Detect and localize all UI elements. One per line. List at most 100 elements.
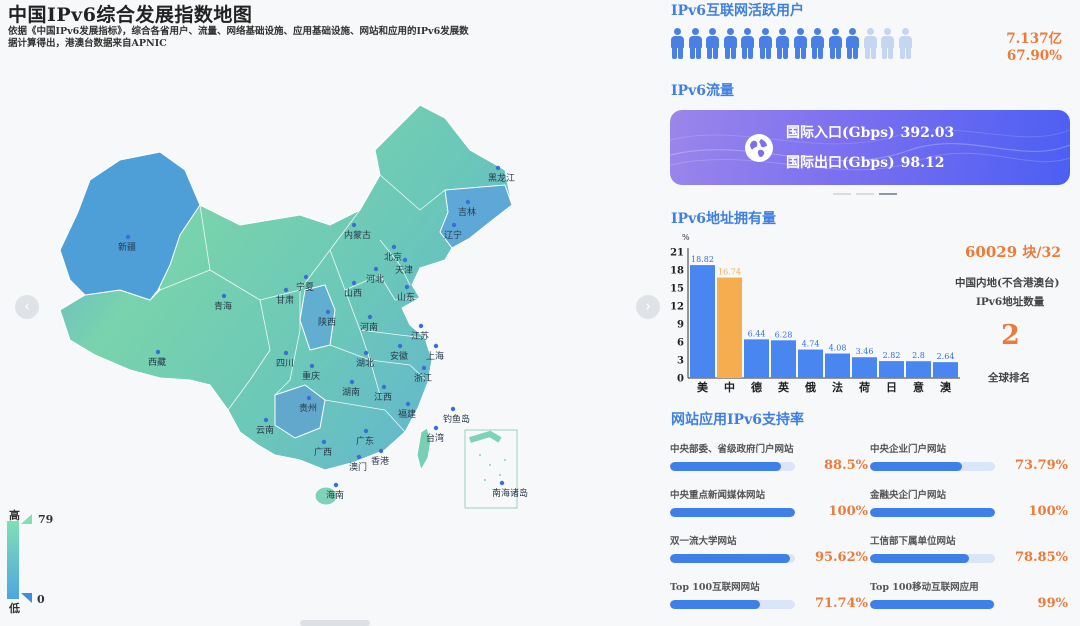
china-map[interactable]: 新疆西藏 青海 甘肃宁夏 内蒙古 黑龙江吉林辽宁北京天津河北山西陕西 山东河南江苏安徽 上海…	[0, 0, 665, 626]
support-item-label: 中央重点新闻媒体网站	[670, 490, 766, 501]
province-dot[interactable]	[283, 287, 289, 293]
province-dot[interactable]	[333, 482, 339, 488]
next-arrow-button[interactable]: ›	[636, 295, 660, 319]
province-dot[interactable]	[451, 222, 457, 228]
province-dot[interactable]	[349, 379, 355, 385]
province-label: 上海	[426, 350, 444, 362]
carousel-dot[interactable]	[856, 193, 874, 195]
province-dot[interactable]	[378, 448, 384, 454]
province-dot[interactable]	[306, 395, 312, 401]
province-dot[interactable]	[363, 350, 369, 356]
province-label: 甘肃	[276, 294, 294, 306]
support-progress-fill	[870, 554, 969, 563]
legend-min-value: 0	[37, 593, 45, 606]
outbound-value: 98.12	[900, 155, 945, 171]
province-label: 贵州	[299, 402, 317, 414]
province-dot[interactable]	[499, 480, 505, 486]
province-dot[interactable]	[397, 343, 403, 349]
province-label: 海南	[326, 489, 344, 501]
province-dot[interactable]	[367, 314, 373, 320]
support-item-value: 95.62%	[814, 550, 868, 565]
carousel-dot[interactable]	[833, 193, 851, 195]
province-dot[interactable]	[402, 257, 408, 263]
province-dot[interactable]	[433, 425, 439, 431]
province-dot[interactable]	[391, 244, 397, 250]
support-progress-track	[670, 462, 795, 471]
province-dot[interactable]	[351, 222, 357, 228]
province-dot[interactable]	[418, 323, 424, 329]
province-dot[interactable]	[373, 266, 379, 272]
address-total: 60029 块/32	[965, 242, 1061, 262]
province-dot[interactable]	[309, 363, 315, 369]
x-tick-label: 荷	[858, 380, 870, 394]
horizontal-scrollbar[interactable]	[300, 620, 370, 626]
user-icons-row	[670, 28, 913, 60]
y-axis-unit: %	[682, 233, 690, 242]
province-dot[interactable]	[283, 350, 289, 356]
support-item-label: Top 100互联网网站	[670, 582, 760, 593]
support-item-value: 100%	[1028, 504, 1069, 519]
province-dot[interactable]	[221, 293, 227, 299]
province-label: 黑龙江	[488, 172, 515, 184]
support-progress-fill	[870, 600, 994, 609]
y-tick-label: 21	[670, 248, 684, 259]
province-dot[interactable]	[263, 417, 269, 423]
province-dot[interactable]	[356, 454, 362, 460]
province-label: 四川	[276, 359, 294, 369]
province-dot[interactable]	[155, 349, 161, 355]
legend-min-handle[interactable]	[21, 593, 32, 603]
province-label: 新疆	[118, 241, 136, 253]
stats-panel: IPv6互联网活跃用户 7.137亿 67.90% IPv6流量 国际入口(Gb…	[665, 0, 1080, 626]
support-progress-fill	[870, 508, 995, 517]
province-label: 钓鱼岛	[443, 413, 470, 425]
x-tick-label: 意	[913, 380, 924, 394]
province-dot[interactable]	[405, 401, 411, 407]
support-item: 工信部下属单位网站 78.85%	[870, 533, 1070, 573]
bar-value-label: 2.8	[912, 351, 925, 360]
province-dot[interactable]	[404, 284, 410, 290]
bar	[906, 361, 931, 378]
legend-max-value: 79	[38, 513, 54, 526]
province-dot[interactable]	[363, 428, 369, 434]
active-users-value: 7.137亿	[1006, 31, 1062, 47]
traffic-title: IPv6流量	[671, 83, 734, 99]
support-progress-track	[870, 600, 995, 609]
bar	[690, 265, 715, 378]
province-dot[interactable]	[325, 309, 331, 315]
province-dot[interactable]	[303, 274, 309, 280]
support-item-label: 工信部下属单位网站	[870, 536, 956, 547]
globe-icon	[745, 134, 773, 162]
prev-arrow-button[interactable]: ‹	[15, 295, 39, 319]
person-icon	[740, 28, 755, 60]
support-progress-fill	[670, 600, 760, 609]
province-label: 浙江	[414, 372, 432, 384]
y-tick-label: 12	[670, 302, 684, 313]
province-dot[interactable]	[321, 439, 327, 445]
support-progress-fill	[670, 554, 790, 563]
province-label: 广西	[314, 446, 332, 458]
bar	[933, 362, 958, 378]
carousel-dot-active[interactable]	[879, 193, 897, 195]
page-title: 中国IPv6综合发展指数地图	[8, 4, 253, 26]
province-dot[interactable]	[465, 199, 471, 205]
province-label: 澳门	[349, 461, 367, 473]
address-caption-line2: IPv6地址数量	[976, 296, 1045, 308]
province-dot[interactable]	[381, 384, 387, 390]
support-item: 中央重点新闻媒体网站 100%	[670, 487, 870, 527]
province-dot[interactable]	[351, 280, 357, 286]
province-label: 青海	[214, 300, 232, 312]
bar	[744, 339, 769, 378]
global-rank-caption: 全球排名	[988, 372, 1030, 384]
x-tick-label: 日	[886, 381, 897, 394]
province-dot[interactable]	[125, 234, 131, 240]
support-progress-track	[670, 508, 795, 517]
province-dot[interactable]	[433, 343, 439, 349]
province-label: 安徽	[390, 350, 408, 362]
province-dot[interactable]	[421, 365, 427, 371]
legend-max-handle[interactable]	[21, 514, 32, 524]
province-dot[interactable]	[450, 406, 456, 412]
province-label: 山西	[344, 288, 362, 299]
support-progress-track	[870, 462, 995, 471]
person-icon	[828, 28, 843, 60]
province-dot[interactable]	[495, 165, 501, 171]
